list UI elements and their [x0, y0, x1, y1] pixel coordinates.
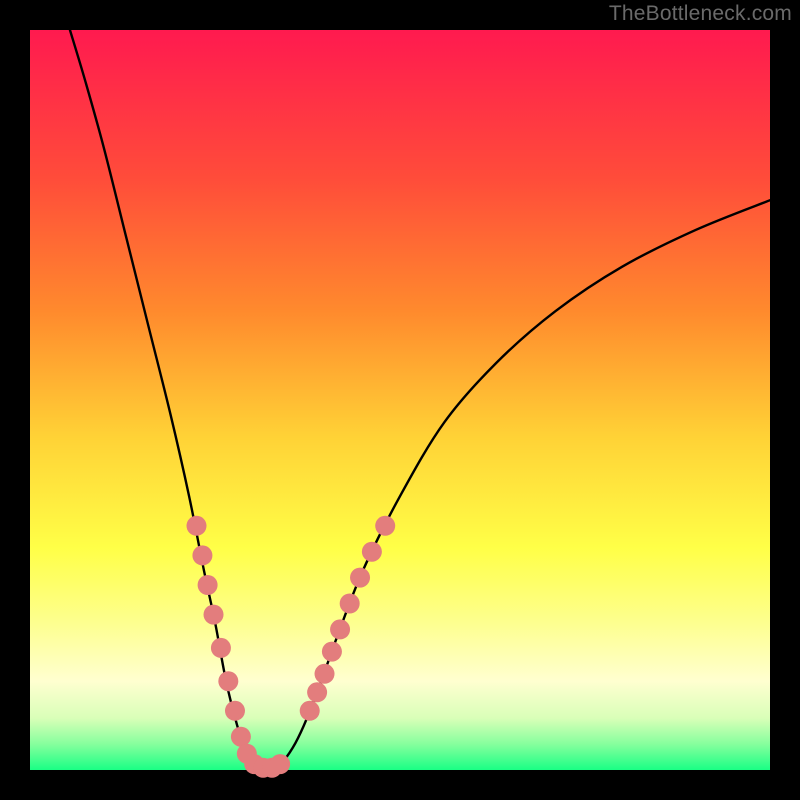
- data-marker: [330, 619, 350, 639]
- data-marker: [362, 542, 382, 562]
- data-marker: [315, 664, 335, 684]
- data-marker: [198, 575, 218, 595]
- data-marker: [225, 701, 245, 721]
- plot-background: [30, 30, 770, 770]
- chart-container: TheBottleneck.com: [0, 0, 800, 800]
- data-marker: [340, 594, 360, 614]
- data-marker: [322, 642, 342, 662]
- data-marker: [204, 605, 224, 625]
- data-marker: [231, 727, 251, 747]
- chart-svg: [0, 0, 800, 800]
- data-marker: [375, 516, 395, 536]
- data-marker: [218, 671, 238, 691]
- data-marker: [211, 638, 231, 658]
- watermark-text: TheBottleneck.com: [609, 2, 792, 26]
- data-marker: [270, 754, 290, 774]
- data-marker: [300, 701, 320, 721]
- data-marker: [192, 545, 212, 565]
- data-marker: [307, 682, 327, 702]
- data-marker: [187, 516, 207, 536]
- data-marker: [350, 568, 370, 588]
